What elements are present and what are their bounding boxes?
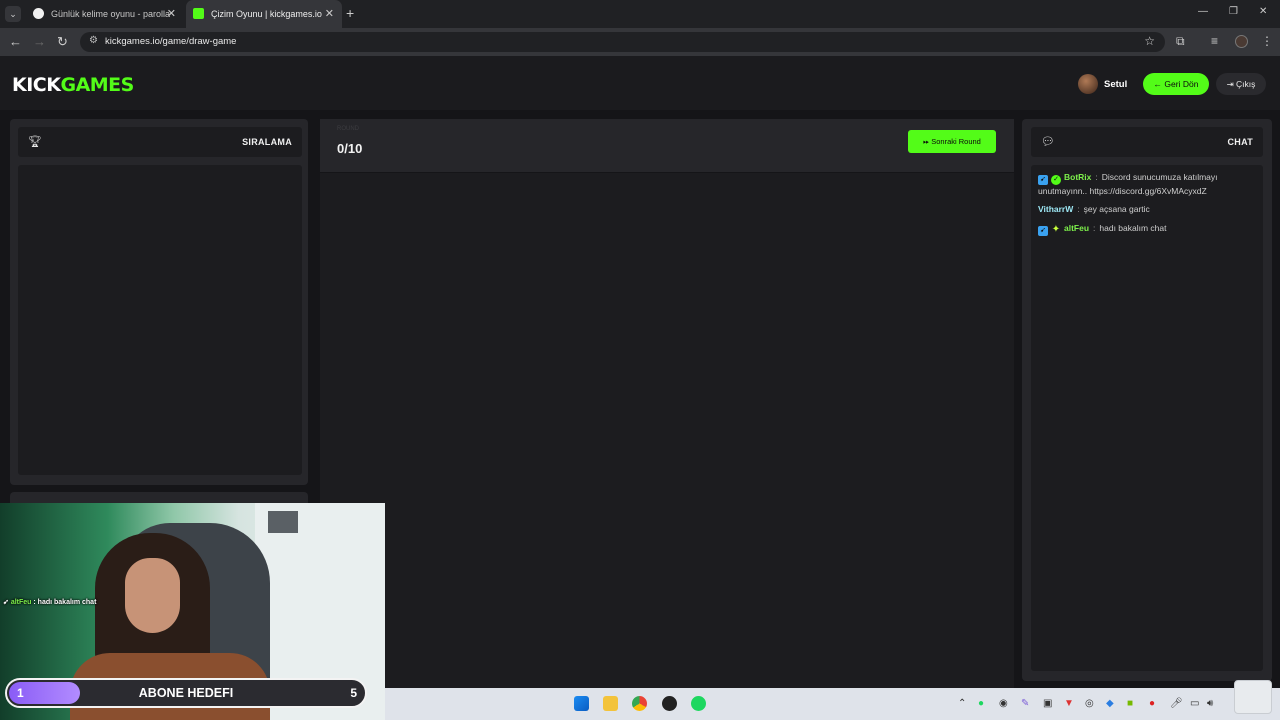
back-button[interactable]: ← Geri Dön bbox=[1143, 73, 1209, 95]
tray-steam-icon[interactable]: ◉ bbox=[999, 698, 1008, 709]
obs-icon[interactable] bbox=[662, 696, 677, 711]
sparkle-badge-icon: ✦ bbox=[1051, 224, 1061, 235]
tab-close-icon[interactable]: ✕ bbox=[325, 0, 334, 28]
round-counter: 0/10 bbox=[337, 141, 363, 156]
next-round-button[interactable]: ⏩︎ Sonraki Round bbox=[908, 130, 996, 153]
close-window-icon[interactable]: ✕ bbox=[1259, 6, 1267, 17]
browser-tabstrip: ⌄ Günlük kelime oyunu - parolla ✕ Çizim … bbox=[0, 0, 1280, 28]
leaderboard-list bbox=[18, 165, 302, 475]
leaderboard-title: SIRALAMA bbox=[242, 137, 292, 147]
tray-shield-icon[interactable]: ▼ bbox=[1064, 698, 1074, 709]
reload-icon[interactable]: ↻ bbox=[57, 34, 68, 50]
bot-badge-icon: ➹ bbox=[1038, 175, 1048, 185]
profile-avatar[interactable] bbox=[1235, 35, 1248, 48]
tray-drop-icon[interactable]: ◆ bbox=[1106, 698, 1114, 709]
webcam-person-face bbox=[125, 558, 180, 633]
chat-title: CHAT bbox=[1227, 137, 1253, 147]
file-explorer-icon[interactable] bbox=[603, 696, 618, 711]
tray-display-icon[interactable]: ▭ bbox=[1190, 698, 1199, 709]
tab-title: Çizim Oyunu | kickgames.io bbox=[211, 9, 322, 19]
arrow-left-icon: ← bbox=[1153, 79, 1165, 89]
browser-toolbar: ← → ↻ ⚙ kickgames.io/game/draw-game ☆ ⧉ … bbox=[0, 28, 1280, 56]
webcam-shelf bbox=[268, 511, 298, 533]
browser-tab-1[interactable]: Günlük kelime oyunu - parolla ✕ bbox=[26, 0, 184, 28]
chat-message: ➹ ✦ altFeu: hadı bakalım chat bbox=[1038, 222, 1260, 236]
user-avatar[interactable] bbox=[1078, 74, 1098, 94]
browser-tab-2[interactable]: Çizim Oyunu | kickgames.io ✕ bbox=[186, 0, 342, 28]
chat-message-list bbox=[1031, 165, 1263, 671]
tab-close-icon[interactable]: ✕ bbox=[167, 0, 176, 28]
chat-message: ➹ ✓ BotRix: Discord sunucumuza katılmayı un… bbox=[1038, 172, 1218, 196]
verified-badge-icon: ✓ bbox=[1051, 175, 1061, 185]
tray-record-icon[interactable]: ● bbox=[1149, 698, 1155, 709]
leaderboard-header: 🏆︎ SIRALAMA bbox=[18, 127, 302, 157]
overlay-chat-line: ➹ altFeu : hadı bakalım chat bbox=[3, 599, 97, 606]
logout-button[interactable]: ⇥ Çıkış bbox=[1216, 73, 1266, 95]
tab-favicon bbox=[33, 8, 44, 19]
chat-text: hadı bakalım chat bbox=[1099, 223, 1167, 233]
corner-widget bbox=[1234, 680, 1272, 714]
round-label: ROUND bbox=[337, 126, 359, 132]
new-tab-icon[interactable]: + bbox=[346, 5, 354, 21]
drawing-canvas[interactable] bbox=[320, 173, 1014, 688]
bot-badge-icon: ➹ bbox=[3, 599, 11, 606]
chat-bubbles-icon: 💬︎ bbox=[1041, 136, 1055, 148]
chat-text: şey açsana gartic bbox=[1083, 204, 1150, 214]
tray-volume-icon[interactable]: 🔊︎ bbox=[1207, 698, 1213, 709]
bot-badge-icon: ➹ bbox=[1038, 226, 1048, 236]
back-icon[interactable]: ← bbox=[9, 34, 22, 49]
forward-icon[interactable]: → bbox=[33, 34, 46, 49]
tray-app-icon[interactable]: ▣ bbox=[1043, 698, 1052, 709]
kickgames-logo[interactable]: KICKGAMES bbox=[12, 74, 134, 96]
address-bar[interactable]: ⚙ kickgames.io/game/draw-game ☆ bbox=[80, 32, 1165, 52]
goal-target: 5 bbox=[350, 686, 357, 700]
menu-icon[interactable]: ⋮ bbox=[1261, 34, 1273, 48]
logout-icon: ⇥ bbox=[1226, 79, 1237, 89]
goal-label: ABONE HEDEFI bbox=[138, 686, 234, 700]
tab-title: Günlük kelime oyunu - parolla bbox=[51, 9, 171, 19]
url-text: kickgames.io/game/draw-game bbox=[105, 36, 237, 47]
tray-pen-icon[interactable]: ✎ bbox=[1021, 698, 1029, 709]
tray-spotify-icon[interactable]: ● bbox=[978, 698, 984, 709]
windows-start-icon[interactable] bbox=[574, 696, 589, 711]
spotify-icon[interactable] bbox=[691, 696, 706, 711]
tab-search-dropdown-icon[interactable]: ⌄ bbox=[5, 6, 21, 22]
chat-header: 💬︎ CHAT bbox=[1031, 127, 1263, 157]
media-control-icon[interactable]: ≡ bbox=[1211, 34, 1218, 48]
username[interactable]: Setul bbox=[1104, 79, 1127, 90]
subscriber-goal-bar: 1 ABONE HEDEFI 5 bbox=[5, 678, 367, 708]
trophy-icon: 🏆︎ bbox=[28, 136, 42, 148]
site-info-icon[interactable]: ⚙ bbox=[89, 35, 98, 46]
minimize-icon[interactable]: — bbox=[1198, 6, 1208, 17]
chat-username[interactable]: altFeu bbox=[1064, 223, 1089, 233]
tray-mic-icon[interactable]: 🎤︎ bbox=[1170, 698, 1183, 709]
tray-overflow-icon[interactable]: ⌃ bbox=[958, 698, 966, 709]
tray-github-icon[interactable]: ◎ bbox=[1085, 698, 1094, 709]
chat-username[interactable]: BotRix bbox=[1064, 172, 1091, 182]
taskbar bbox=[385, 688, 1280, 720]
tab-favicon bbox=[193, 8, 204, 19]
chat-username[interactable]: VitharrW bbox=[1038, 204, 1073, 214]
tray-nvidia-icon[interactable]: ■ bbox=[1127, 698, 1133, 709]
extensions-icon[interactable]: ⧉ bbox=[1176, 34, 1185, 49]
chrome-icon[interactable] bbox=[632, 696, 647, 711]
chat-message: VitharrW: şey açsana gartic bbox=[1038, 204, 1150, 214]
bookmark-star-icon[interactable]: ☆ bbox=[1144, 34, 1155, 48]
restore-icon[interactable]: ❐ bbox=[1229, 6, 1238, 17]
